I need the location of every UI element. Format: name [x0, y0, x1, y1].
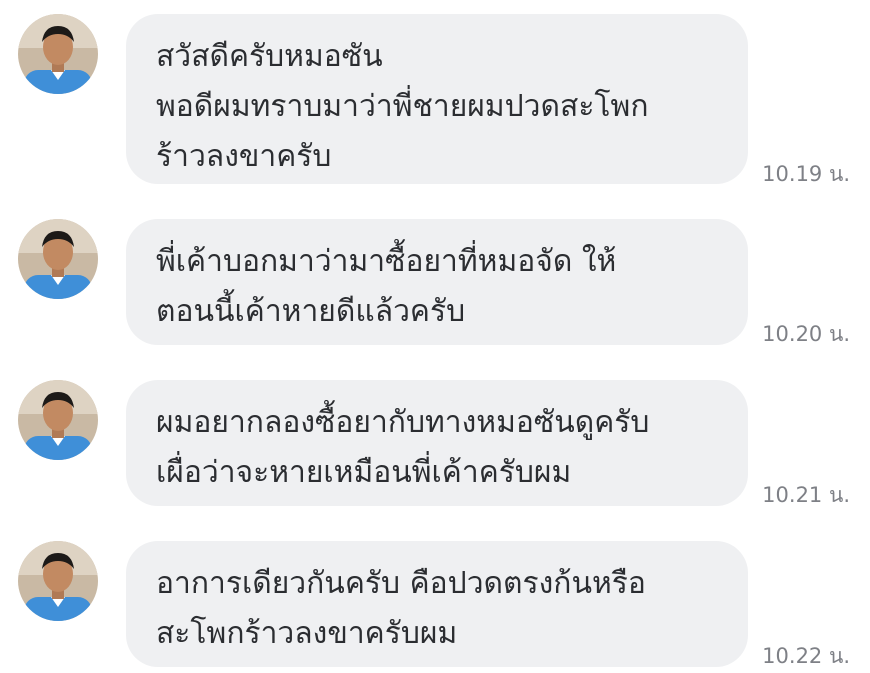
avatar[interactable]: [18, 14, 98, 94]
avatar-photo: [18, 541, 98, 621]
message-timestamp: 10.20 น.: [762, 322, 850, 346]
message-bubble[interactable]: สวัสดีครับหมอซัน พอดีผมทราบมาว่าพี่ชายผม…: [126, 14, 748, 184]
message-bubble[interactable]: พี่เค้าบอกมาว่ามาซื้อยาที่หมอจัด ให้ ตอน…: [126, 219, 748, 345]
message-text: อาการเดียวกันครับ คือปวดตรงก้นหรือ: [156, 566, 646, 601]
avatar[interactable]: [18, 219, 98, 299]
message-text: พอดีผมทราบมาว่าพี่ชายผมปวดสะโพก: [156, 89, 649, 124]
message-text: สะโพกร้าวลงขาครับผม: [156, 616, 458, 651]
avatar-photo: [18, 380, 98, 460]
avatar-photo: [18, 219, 98, 299]
message-text: เผื่อว่าจะหายเหมือนพี่เค้าครับผม: [156, 455, 572, 490]
avatar[interactable]: [18, 380, 98, 460]
message-timestamp: 10.21 น.: [762, 483, 850, 507]
message-text: พี่เค้าบอกมาว่ามาซื้อยาที่หมอจัด ให้: [156, 244, 617, 279]
avatar[interactable]: [18, 541, 98, 621]
message-text: ตอนนี้เค้าหายดีแล้วครับ: [156, 294, 466, 329]
chat-thread: สวัสดีครับหมอซัน พอดีผมทราบมาว่าพี่ชายผม…: [0, 0, 870, 668]
message-timestamp: 10.22 น.: [762, 644, 850, 668]
message-text: ร้าวลงขาครับ: [156, 139, 332, 174]
message-text: สวัสดีครับหมอซัน: [156, 39, 383, 74]
avatar-photo: [18, 14, 98, 94]
message-bubble[interactable]: อาการเดียวกันครับ คือปวดตรงก้นหรือ สะโพก…: [126, 541, 748, 667]
message-bubble[interactable]: ผมอยากลองซื้อยากับทางหมอซันดูครับ เผื่อว…: [126, 380, 748, 506]
message-text: ผมอยากลองซื้อยากับทางหมอซันดูครับ: [156, 405, 650, 440]
message-timestamp: 10.19 น.: [762, 162, 850, 186]
